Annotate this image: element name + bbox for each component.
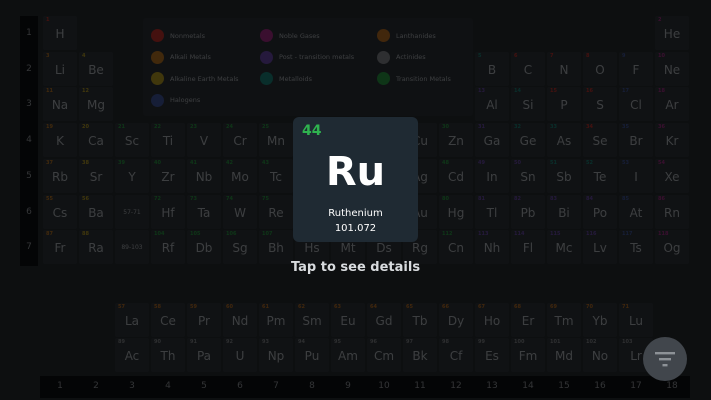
tap-hint: Tap to see details [290, 260, 421, 275]
atomic-mass: 101.072 [334, 223, 377, 234]
element-name: Ruthenium [328, 208, 383, 219]
filter-button[interactable] [643, 337, 687, 381]
filter-icon [655, 352, 675, 367]
atomic-number: 44 [302, 123, 322, 139]
element-preview-card[interactable]: 44 Ru Ruthenium 101.072 [293, 117, 418, 242]
element-symbol: Ru [325, 149, 386, 195]
